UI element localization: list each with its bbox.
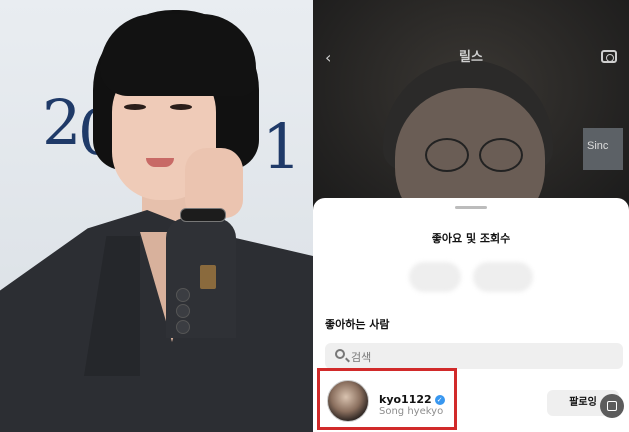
glasses-lens	[479, 138, 523, 172]
verified-badge-icon: ✓	[434, 395, 445, 405]
blurred-stat	[409, 262, 461, 292]
full-name: Song hyekyo	[379, 406, 444, 417]
background-sign-text: Sinc	[587, 140, 609, 152]
portrait-photo: 2 0 1	[0, 0, 313, 432]
likers-section-label: 좋아하는 사람	[325, 318, 390, 331]
brand-badge	[200, 265, 216, 289]
username[interactable]: kyo1122	[379, 393, 432, 406]
sheet-grabber[interactable]	[455, 206, 487, 209]
username-line: kyo1122 ✓	[379, 388, 445, 407]
reels-screen: Sinc ‹ 릴스 좋아요 및 조회수 좋아하는 사람 검색 kyo1122 ✓ …	[313, 0, 629, 432]
blurred-stat	[473, 262, 533, 292]
search-icon	[335, 349, 345, 359]
search-input[interactable]: 검색	[325, 343, 623, 369]
backdrop-text: 2	[42, 86, 82, 159]
eye	[124, 104, 146, 110]
scan-text-icon[interactable]	[600, 394, 624, 418]
camera-icon[interactable]	[601, 50, 617, 63]
glasses-lens	[425, 138, 469, 172]
bangs	[100, 14, 256, 96]
liker-row[interactable]: kyo1122 ✓ Song hyekyo 팔로잉	[313, 368, 629, 430]
reel-video[interactable]: Sinc	[313, 0, 629, 238]
eye	[170, 104, 192, 110]
composite-image: 2 0 1 Sinc ‹ 릴스	[0, 0, 629, 432]
jacket-button	[176, 304, 190, 318]
backdrop-text: 1	[262, 110, 302, 183]
avatar[interactable]	[327, 380, 369, 422]
jacket-button	[176, 288, 190, 302]
page-title: 릴스	[459, 50, 483, 65]
likes-views-sheet: 좋아요 및 조회수 좋아하는 사람 검색 kyo1122 ✓ Song hyeky…	[313, 198, 629, 432]
search-placeholder: 검색	[351, 351, 372, 364]
bracelet	[180, 208, 226, 222]
sheet-title: 좋아요 및 조회수	[431, 232, 511, 245]
jacket-button	[176, 320, 190, 334]
